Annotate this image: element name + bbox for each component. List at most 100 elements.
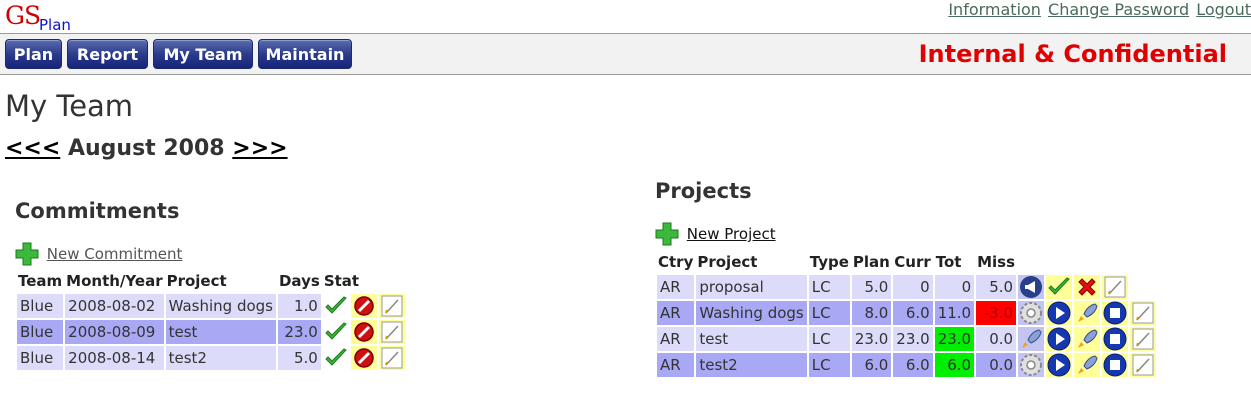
edit-cell[interactable] [1102,275,1129,299]
edit-cell[interactable] [1130,353,1157,377]
cancel-cell[interactable] [350,320,377,344]
approve-cell[interactable] [323,320,349,344]
launch-cell[interactable] [1074,327,1101,351]
col-month-year: Month/Year [66,272,163,290]
cell-miss: 0.0 [976,353,1017,377]
rocket-icon [1078,303,1098,322]
rocket-icon [1078,355,1098,374]
table-row: Blue 2008-08-14 test2 5.0 [17,346,405,370]
play-cell[interactable] [1046,353,1073,377]
cell-curr: 6.0 [893,353,933,377]
checkmark-icon [325,296,347,314]
cell-date: 2008-08-14 [65,346,164,370]
status-cell[interactable] [1018,301,1045,325]
next-month-link[interactable]: >>> [232,136,287,161]
edit-icon [1104,276,1126,298]
checkmark-icon [325,348,347,366]
commitments-header-row: Team Month/Year Project Days Stat [17,270,405,292]
new-project-link[interactable]: New Project [687,225,776,243]
logout-link[interactable]: Logout [1196,0,1251,19]
projects-table: Ctry Project Type Plan Curr Tot Miss AR … [655,249,1158,379]
status-cell[interactable] [1018,353,1045,377]
table-row: AR proposal LC 5.0 0 0 5.0 [657,275,1156,299]
edit-icon [1132,354,1154,376]
reject-cell[interactable] [1074,275,1101,299]
logo: GS Plan [5,1,71,34]
nav-bar: Plan Report My Team Maintain Internal & … [0,33,1251,75]
prev-month-link[interactable]: <<< [5,136,60,161]
edit-icon [1132,328,1154,350]
stop-cell[interactable] [1102,301,1129,325]
table-row: Blue 2008-08-02 Washing dogs 1.0 [17,294,405,318]
stop-icon [1103,301,1127,325]
add-icon[interactable] [655,222,679,246]
col-type: Type [809,253,849,271]
delete-icon [1078,278,1096,296]
commitments-table: Team Month/Year Project Days Stat Blue 2… [15,268,407,372]
cell-days: 23.0 [277,320,321,344]
status-cell[interactable] [1018,327,1045,351]
col-actions [1018,251,1156,273]
cell-tot: 23.0 [934,327,975,351]
cancel-icon [354,296,374,316]
play-icon [1047,353,1071,377]
edit-icon [381,321,403,343]
cell-type: LC [808,353,850,377]
launch-cell[interactable] [1074,301,1101,325]
cell-date: 2008-08-09 [65,320,164,344]
cell-ctry: AR [657,275,695,299]
rocket-icon [1078,329,1098,348]
cell-plan: 23.0 [851,327,892,351]
stop-icon [1103,327,1127,351]
edit-cell[interactable] [378,320,405,344]
launch-cell[interactable] [1074,353,1101,377]
cancel-cell[interactable] [350,294,377,318]
cell-ctry: AR [657,327,695,351]
play-cell[interactable] [1046,301,1073,325]
table-row: Blue 2008-08-09 test 23.0 [17,320,405,344]
status-cell[interactable] [1018,275,1045,299]
play-cell[interactable] [1046,327,1073,351]
table-row: AR Washing dogs LC 8.0 6.0 11.0 -3.0 [657,301,1157,325]
cell-team: Blue [17,294,64,318]
approve-cell[interactable] [323,346,349,370]
information-link[interactable]: Information [948,0,1041,19]
cell-miss: 0.0 [976,327,1017,351]
change-password-link[interactable]: Change Password [1048,0,1189,19]
cell-type: LC [808,327,850,351]
stop-cell[interactable] [1102,353,1129,377]
gear-icon [1020,354,1043,376]
edit-icon [1132,302,1154,324]
approve-cell[interactable] [323,294,349,318]
edit-cell[interactable] [1130,327,1157,351]
projects-title: Projects [655,179,752,203]
nav-my-team-button[interactable]: My Team [153,39,253,69]
cell-project: test2 [165,346,276,370]
cell-tot: 0 [934,275,975,299]
add-icon[interactable] [15,242,39,266]
stop-icon [1103,353,1127,377]
nav-report-button[interactable]: Report [67,39,148,69]
nav-plan-button[interactable]: Plan [5,39,62,69]
projects-header-row: Ctry Project Type Plan Curr Tot Miss [657,251,1156,273]
top-links: Information Change Password Logout [946,0,1251,19]
cell-project: Washing dogs [165,294,276,318]
new-commitment-link[interactable]: New Commitment [47,245,183,263]
approve-cell[interactable] [1046,275,1073,299]
edit-cell[interactable] [378,346,405,370]
col-project: Project [166,272,227,290]
col-project: Project [697,253,758,271]
col-stat: Stat [323,272,360,290]
nav-maintain-button[interactable]: Maintain [258,39,352,69]
col-team: Team [18,272,63,290]
edit-cell[interactable] [1130,301,1157,325]
stop-cell[interactable] [1102,327,1129,351]
edit-icon [381,295,403,317]
col-days: Days [278,272,320,290]
edit-cell[interactable] [378,294,405,318]
cell-team: Blue [17,320,64,344]
checkmark-icon [325,322,347,340]
table-row: AR test2 LC 6.0 6.0 6.0 0.0 [657,353,1157,377]
cancel-cell[interactable] [350,346,377,370]
cell-ctry: AR [657,301,695,325]
